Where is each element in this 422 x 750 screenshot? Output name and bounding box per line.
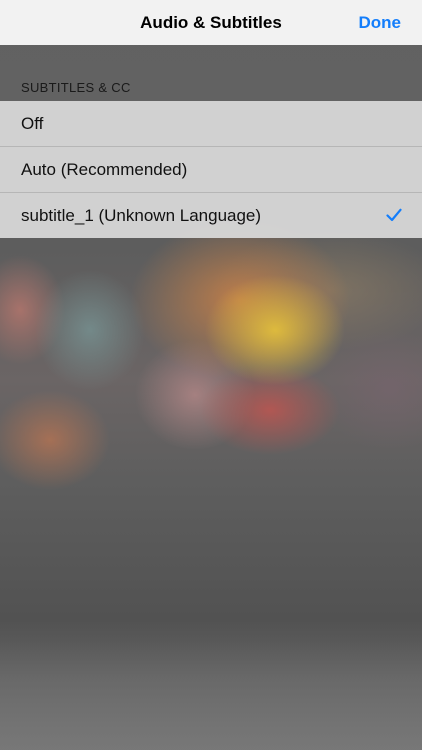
audio-subtitles-screen: Audio & Subtitles Done SUBTITLES & CC Of… xyxy=(0,0,422,750)
option-label: Auto (Recommended) xyxy=(21,160,188,179)
subtitle-options-list: Off Auto (Recommended) subtitle_1 (Unkno… xyxy=(0,101,422,238)
background-haze xyxy=(0,640,422,750)
done-button[interactable]: Done xyxy=(359,0,402,45)
navigation-bar: Audio & Subtitles Done xyxy=(0,0,422,45)
section-header-label: SUBTITLES & CC xyxy=(21,80,131,95)
subtitles-section-header: SUBTITLES & CC xyxy=(0,45,422,101)
checkmark-icon xyxy=(386,208,402,222)
option-label: subtitle_1 (Unknown Language) xyxy=(21,206,262,225)
subtitle-option-subtitle-1[interactable]: subtitle_1 (Unknown Language) xyxy=(0,193,422,238)
subtitle-option-auto[interactable]: Auto (Recommended) xyxy=(0,147,422,193)
subtitle-option-off[interactable]: Off xyxy=(0,101,422,147)
option-label: Off xyxy=(21,114,44,133)
